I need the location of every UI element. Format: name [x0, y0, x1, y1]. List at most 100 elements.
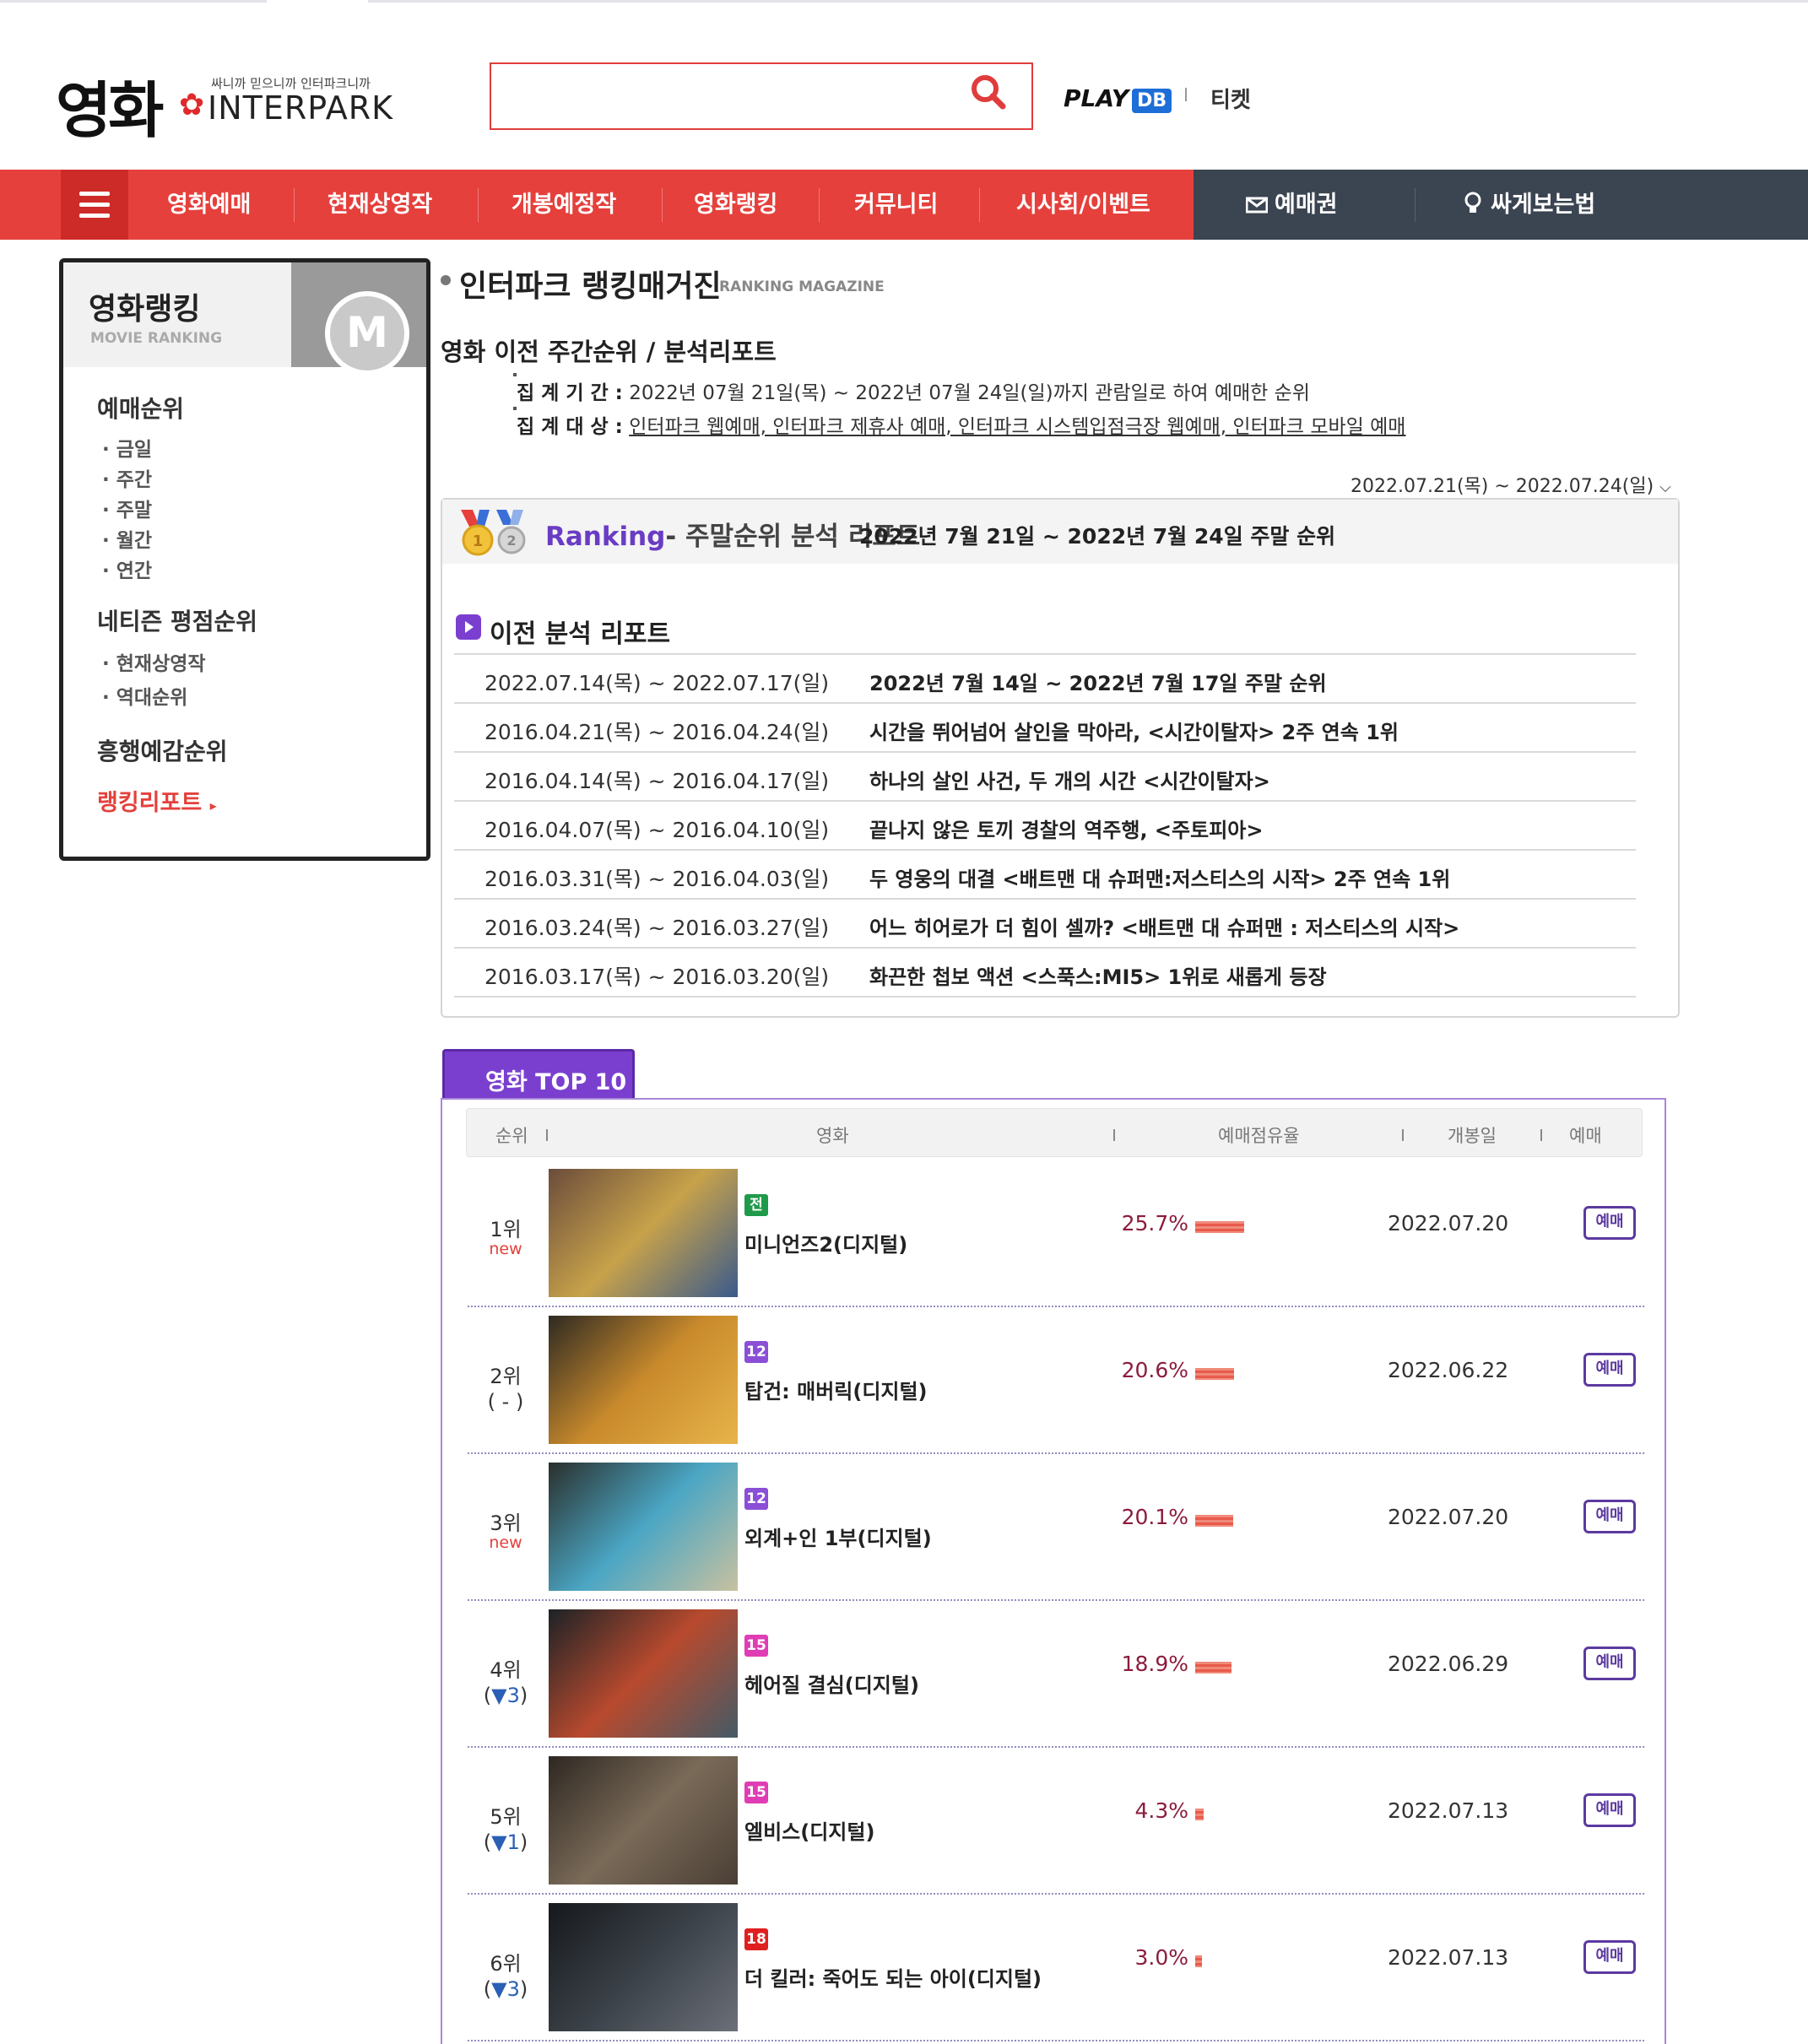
- search-icon[interactable]: [969, 73, 1008, 111]
- report-header: 1 2 Ranking- 주말순위 분석 리포트 2022년 7월 21일 ~ …: [442, 500, 1678, 564]
- ranking-word: Ranking: [545, 522, 666, 552]
- booking-share-value: 4.3%: [1134, 1798, 1188, 1823]
- prev-report-link[interactable]: 어느 히어로가 더 힘이 셀까? <배트맨 대 슈퍼맨 : 저스티스의 시작>: [869, 911, 1459, 941]
- prev-report-date: 2016.04.07(목) ~ 2016.04.10(일): [484, 818, 830, 842]
- nav-divider: [1415, 188, 1416, 222]
- header-divider: [546, 1129, 548, 1141]
- nav-movie-ranking[interactable]: 영화랭킹: [694, 170, 777, 240]
- nav-now-showing[interactable]: 현재상영작: [327, 170, 432, 240]
- sidebar-section-hit-forecast[interactable]: 흥행예감순위: [97, 733, 228, 767]
- header-book: 예매: [1569, 1126, 1602, 1146]
- section-subtitle: 영화 이전 주간순위 / 분석리포트: [441, 338, 777, 366]
- booking-share: 20.1%: [842, 1505, 1188, 1529]
- sidebar-subtitle: MOVIE RANKING: [90, 330, 223, 347]
- rank-change: (▼3): [468, 1977, 544, 2001]
- booking-share: 3.0%: [842, 1945, 1188, 1970]
- menu-button[interactable]: [61, 170, 128, 240]
- header-share: 예매점유율: [1218, 1126, 1300, 1146]
- medal-circle: M: [325, 291, 409, 376]
- sidebar-link-label: 주간: [116, 469, 153, 491]
- date-range-value: 2022.07.21(목) ~ 2022.07.24(일): [1351, 476, 1654, 497]
- movie-poster[interactable]: [549, 1169, 738, 1297]
- rank-down-arrow: ▼3: [491, 1977, 520, 2001]
- movie-poster[interactable]: [549, 1903, 738, 2031]
- search-input[interactable]: [490, 62, 1033, 130]
- sidebar-link-yearly[interactable]: · 연간: [102, 554, 152, 583]
- period-value: 2022년 07월 21일(목) ~ 2022년 07월 24일(일)까지 관람…: [629, 382, 1310, 404]
- book-button[interactable]: 예매: [1583, 1353, 1636, 1387]
- prev-divider: [454, 898, 1636, 900]
- movie-poster[interactable]: [549, 1609, 738, 1738]
- prev-report-link[interactable]: 두 영웅의 대결 <배트맨 대 슈퍼맨:저스티스의 시작> 2주 연속 1위: [869, 862, 1450, 892]
- prev-report-link[interactable]: 하나의 살인 사건, 두 개의 시간 <시간이탈자>: [869, 765, 1270, 794]
- lightbulb-icon: [1464, 192, 1481, 213]
- age-rating-badge: 18: [744, 1928, 768, 1950]
- table-row: 2위( - ) 12 탑건: 매버릭(디지털) 20.6% 2022.06.22 예매: [468, 1307, 1644, 1454]
- sidebar-link-all-time[interactable]: · 역대순위: [102, 681, 187, 710]
- book-button[interactable]: 예매: [1583, 1500, 1636, 1533]
- sidebar-section-netizen-rank[interactable]: 네티즌 평점순위: [97, 603, 257, 637]
- rank-number: 3위: [490, 1511, 522, 1535]
- age-rating-badge: 12: [744, 1341, 768, 1363]
- nav-movie-booking[interactable]: 영화예매: [167, 170, 251, 240]
- sidebar-link-weekend[interactable]: · 주말: [102, 494, 152, 522]
- prev-report-link[interactable]: 시간을 뛰어넘어 살인을 막아라, <시간이탈자> 2주 연속 1위: [869, 716, 1399, 745]
- prev-report-date: 2016.04.21(목) ~ 2016.04.24(일): [484, 720, 830, 744]
- nav-divider: [819, 188, 820, 222]
- nav-coming-soon[interactable]: 개봉예정작: [512, 170, 616, 240]
- arrow-right-icon: ▸: [209, 798, 217, 814]
- tab-top10[interactable]: 영화 TOP 10: [442, 1049, 635, 1100]
- open-date: 2022.06.29: [1388, 1652, 1509, 1676]
- sidebar-link-now-showing[interactable]: · 현재상영작: [102, 647, 206, 676]
- header-divider: [1402, 1129, 1404, 1141]
- prev-report-link[interactable]: 화끈한 첩보 액션 <스푹스:MI5> 1위로 새롭게 등장: [869, 960, 1327, 990]
- book-button[interactable]: 예매: [1583, 1647, 1636, 1680]
- sidebar-link-label: 금일: [116, 439, 153, 461]
- prev-report-link[interactable]: 끝나지 않은 토끼 경찰의 역주행, <주토피아>: [869, 814, 1263, 843]
- report-week-title[interactable]: 2022년 7월 21일 ~ 2022년 7월 24일 주말 순위: [859, 520, 1335, 550]
- nav-divider: [294, 188, 295, 222]
- movie-poster[interactable]: [549, 1316, 738, 1444]
- book-button[interactable]: 예매: [1583, 1206, 1636, 1240]
- tab-top10-label: 영화 TOP 10: [485, 1069, 627, 1095]
- logo-interpark[interactable]: INTERPARK: [208, 89, 393, 127]
- open-date: 2022.06.22: [1388, 1358, 1509, 1382]
- hamburger-icon: [79, 192, 110, 196]
- medal-icon: M: [291, 262, 426, 376]
- age-rating-badge: 15: [744, 1782, 768, 1803]
- global-nav: 영화예매 현재상영작 개봉예정작 영화랭킹 커뮤니티 시사회/이벤트 예매권 싸…: [0, 170, 1808, 240]
- sidebar-report-label: 랭킹리포트: [97, 790, 203, 816]
- rank-down-arrow: ▼3: [491, 1684, 520, 1707]
- logo-movie[interactable]: 영화: [56, 61, 165, 149]
- playdb-link[interactable]: PLAY DB: [1064, 84, 1172, 113]
- sidebar-link-weekly[interactable]: · 주간: [102, 463, 152, 492]
- sidebar-link-label: 현재상영작: [116, 653, 206, 675]
- nav-voucher[interactable]: 예매권: [1245, 170, 1338, 240]
- ticket-link[interactable]: 티켓: [1210, 83, 1251, 114]
- sidebar-title: 영화랭킹: [89, 292, 201, 327]
- target-label: 집 계 대 상 :: [517, 416, 623, 438]
- sidebar-link-monthly[interactable]: · 월간: [102, 524, 152, 553]
- table-row: 1위 new 전 미니언즈2(디지털) 25.7% 2022.07.20 예매: [468, 1160, 1644, 1307]
- date-range-select[interactable]: 2022.07.21(목) ~ 2022.07.24(일) ⌵: [1351, 471, 1671, 498]
- table-row: 4위 (▼3) 15 헤어질 결심(디지털) 18.9% 2022.06.29 예매: [468, 1601, 1644, 1748]
- book-button[interactable]: 예매: [1583, 1793, 1636, 1827]
- movie-poster[interactable]: [549, 1756, 738, 1884]
- age-rating-badge: 전: [744, 1194, 768, 1216]
- nav-community[interactable]: 커뮤니티: [854, 170, 938, 240]
- share-bar: [1195, 1662, 1231, 1674]
- nav-tips[interactable]: 싸게보는법: [1464, 170, 1595, 240]
- nav-preview-events[interactable]: 시사회/이벤트: [1016, 170, 1150, 240]
- rank-down-arrow: ▼1: [491, 1830, 520, 1854]
- top10-table: 순위 영화 예매점유율 개봉일 예매 1위 new 전 미니언즈2(디지털) 25.7%…: [441, 1098, 1666, 2044]
- sidebar-section-booking-rank[interactable]: 예매순위: [97, 391, 184, 424]
- rank-number: 5위: [490, 1805, 522, 1829]
- book-button[interactable]: 예매: [1583, 1940, 1636, 1974]
- movie-poster[interactable]: [549, 1463, 738, 1591]
- sidebar-link-label: 연간: [116, 560, 153, 582]
- sidebar-link-ranking-report[interactable]: 랭킹리포트 ▸: [97, 784, 217, 817]
- target-info: 집 계 대 상 : 인터파크 웹예매, 인터파크 제휴사 예매, 인터파크 시스…: [517, 410, 1405, 439]
- sidebar-link-today[interactable]: · 금일: [102, 433, 152, 462]
- prev-report-link[interactable]: 2022년 7월 14일 ~ 2022년 7월 17일 주말 순위: [869, 667, 1327, 696]
- sidebar-ranking: 영화랭킹 MOVIE RANKING M 예매순위 · 금일 · 주간 · 주말…: [59, 258, 430, 861]
